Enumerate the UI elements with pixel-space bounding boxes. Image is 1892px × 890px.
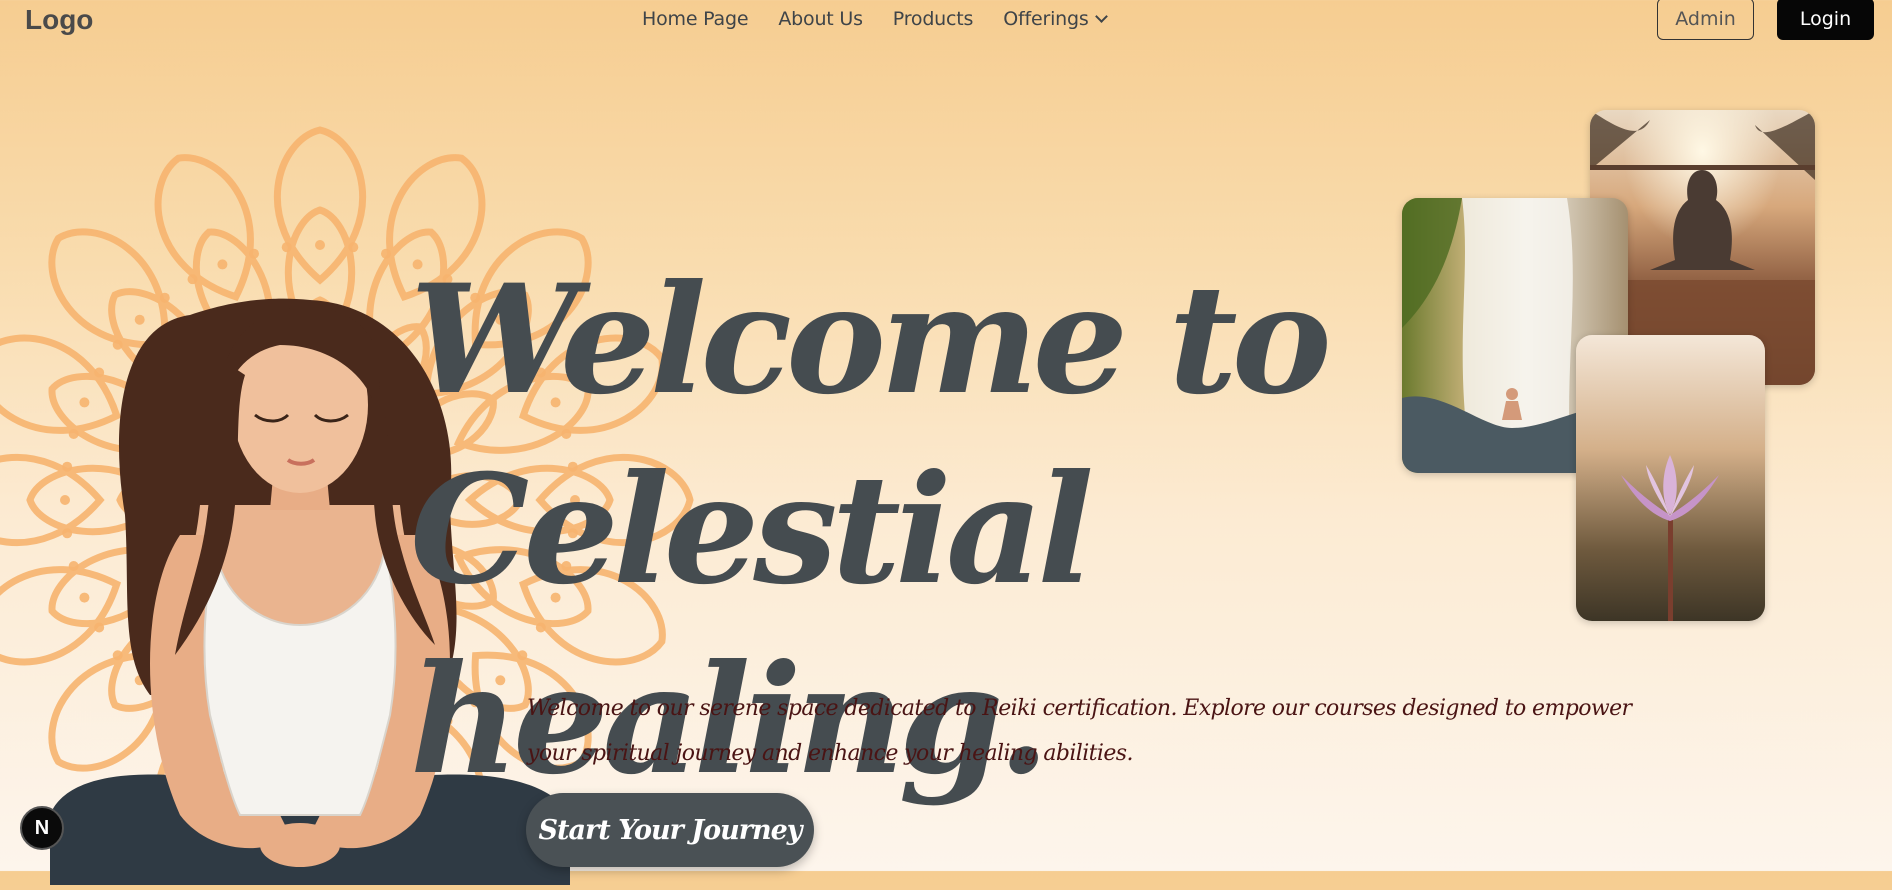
nav-home-page[interactable]: Home Page (642, 8, 749, 30)
mandala-dot (380, 248, 391, 259)
nav-offerings-label: Offerings (1003, 8, 1089, 30)
nav-about-us-label: About Us (778, 8, 863, 30)
admin-button[interactable]: Admin (1657, 0, 1754, 40)
nav-about-us[interactable]: About Us (778, 8, 863, 30)
mandala-dot (217, 259, 228, 270)
mandala-dot (187, 274, 198, 285)
nav-offerings-dropdown[interactable]: Offerings (1003, 8, 1108, 30)
mandala-dot (281, 242, 292, 253)
mandala-dot (348, 242, 359, 253)
chevron-down-icon (1094, 10, 1108, 23)
hero-description: Welcome to our serene space dedicated to… (527, 696, 1632, 766)
nav-products[interactable]: Products (892, 8, 974, 30)
lotus-flower-photo (1576, 335, 1765, 621)
nav-home-page-label: Home Page (642, 8, 749, 30)
hero-headline-line1: Welcome to (410, 252, 1332, 428)
nav-products-label: Products (892, 8, 974, 30)
next-dev-badge[interactable]: N (20, 806, 64, 850)
start-journey-button[interactable]: Start Your Journey (526, 793, 814, 867)
logo[interactable]: Logo (25, 4, 93, 36)
login-button[interactable]: Login (1777, 0, 1874, 40)
mandala-dot (249, 248, 260, 259)
top-navbar: Logo Home Page About Us Products Offerin… (0, 0, 1892, 44)
main-menu: Home Page About Us Products Offerings (642, 8, 1108, 30)
mandala-dot (315, 240, 325, 250)
